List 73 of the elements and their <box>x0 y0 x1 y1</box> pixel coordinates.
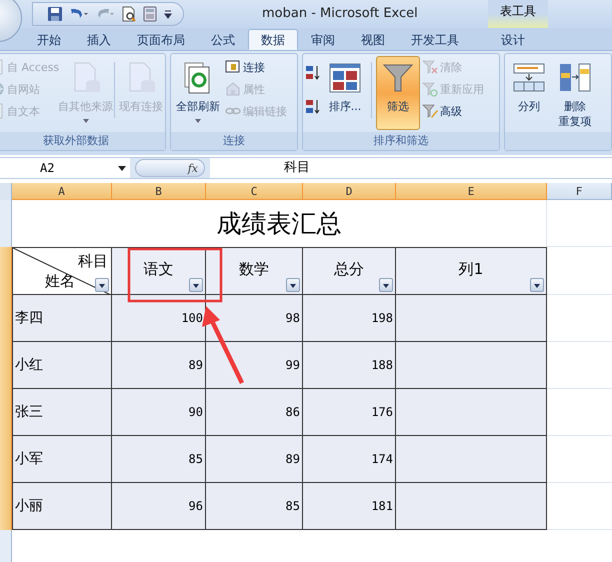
table-cell: 89 <box>112 342 206 389</box>
filter-button[interactable] <box>379 278 393 292</box>
table-cell: 90 <box>112 389 206 436</box>
table-cell: 小丽 <box>12 483 112 530</box>
reapply-filter-icon <box>422 81 438 97</box>
group-label: 获取外部数据 <box>0 132 165 150</box>
header-text: 列1 <box>458 260 484 279</box>
table-cell: 188 <box>303 342 396 389</box>
calculator-icon[interactable] <box>143 6 157 22</box>
header-text: 姓名 <box>45 272 75 291</box>
column-header[interactable]: A <box>12 183 112 200</box>
ribbon-tab[interactable]: 开始 <box>24 29 74 50</box>
ribbon-large-button[interactable]: 分列 <box>507 56 551 130</box>
group-label: 连接 <box>171 132 297 150</box>
ribbon-tab[interactable]: 页面布局 <box>124 29 198 50</box>
filter-button[interactable] <box>530 278 544 292</box>
header-text: 科目 <box>78 252 108 271</box>
ribbon-large-button[interactable]: 筛选 <box>376 56 420 130</box>
sort-ascending-icon <box>305 65 321 81</box>
table-cell: 张三 <box>12 389 112 436</box>
table-cell: 174 <box>303 436 396 483</box>
table-cell: 181 <box>303 483 396 530</box>
table-cell: 100 <box>112 295 206 342</box>
column-header[interactable]: C <box>206 183 303 200</box>
save-icon[interactable] <box>47 6 63 22</box>
ribbon-large-button[interactable]: 删除 重复项 <box>553 56 597 130</box>
ribbon-tab[interactable]: 视图 <box>348 29 398 50</box>
insert-function-button[interactable]: fx <box>135 159 205 177</box>
header-text: 数学 <box>239 260 269 279</box>
table-cell: 198 <box>303 295 396 342</box>
group-label: 排序和筛选 <box>303 132 499 150</box>
column-header[interactable]: E <box>396 183 547 200</box>
ribbon-tab[interactable]: 公式 <box>198 29 248 50</box>
table-cell: 98 <box>206 295 303 342</box>
connection-icon <box>225 59 241 75</box>
print-preview-icon[interactable] <box>121 6 137 22</box>
table-cell: 小军 <box>12 436 112 483</box>
properties-icon <box>225 81 241 97</box>
column-header[interactable]: B <box>112 183 206 200</box>
ribbon-tab[interactable]: 插入 <box>74 29 124 50</box>
context-tab-label: 表工具 <box>488 0 548 28</box>
ribbon-tab[interactable]: 审阅 <box>298 29 348 50</box>
table-cell: 176 <box>303 389 396 436</box>
filter-button[interactable] <box>189 278 203 292</box>
ribbon-small-button[interactable]: 高级 <box>422 102 484 120</box>
table-cell: 89 <box>206 436 303 483</box>
sort-descending-icon <box>305 99 321 115</box>
column-header[interactable]: D <box>303 183 396 200</box>
customize-caret-icon[interactable] <box>163 9 173 19</box>
table-cell: 86 <box>206 389 303 436</box>
clear-filter-icon <box>422 59 438 75</box>
ribbon-tab[interactable]: 数据 <box>248 29 298 50</box>
ribbon-tab[interactable]: 设计 <box>488 29 538 50</box>
ribbon-tab[interactable]: 开发工具 <box>398 29 472 50</box>
formula-field[interactable]: 科目 <box>210 158 612 178</box>
name-box[interactable]: A2 <box>0 158 130 178</box>
table-cell: 小红 <box>12 342 112 389</box>
window-title: moban - Microsoft Excel <box>262 6 418 21</box>
filter-button[interactable] <box>286 278 300 292</box>
table-cell: 85 <box>112 436 206 483</box>
table-cell: 85 <box>206 483 303 530</box>
header-text: 总分 <box>334 260 364 279</box>
table-cell: 李四 <box>12 295 112 342</box>
table-cell: 96 <box>112 483 206 530</box>
filter-button[interactable] <box>95 278 109 292</box>
table-cell: 99 <box>206 342 303 389</box>
ribbon-large-button[interactable]: 全部刷新 <box>173 56 223 130</box>
advanced-filter-icon <box>422 103 438 119</box>
ribbon-small-button[interactable]: 连接 <box>225 58 287 76</box>
ribbon-large-button[interactable]: 排序... <box>323 56 367 130</box>
sort-icon <box>328 61 362 95</box>
header-text: 语文 <box>144 260 174 279</box>
column-header[interactable]: F <box>547 183 612 200</box>
